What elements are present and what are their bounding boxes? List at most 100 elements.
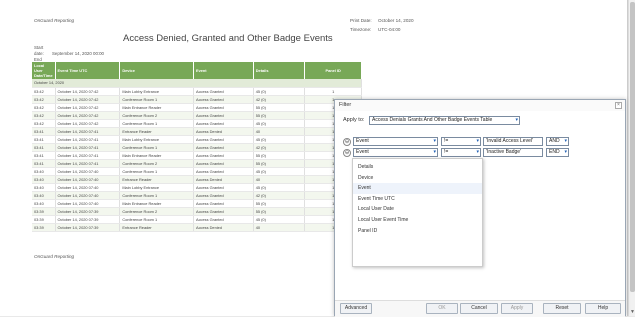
report-footer-name: OnGuard Reporting [34, 254, 75, 259]
table-cell: 55 (0) [253, 103, 306, 112]
dropdown-option[interactable]: Event [353, 183, 482, 194]
table-cell: Conference Room 2 [119, 207, 194, 216]
table-cell: 55 (0) [253, 111, 306, 120]
chevron-down-icon: ▾ [433, 138, 436, 144]
dropdown-option[interactable]: Local User Event Time [353, 215, 482, 226]
table-row: 03:41 October 14, 2020 07:41 Entrance Read… [32, 127, 362, 136]
table-cell: 42 (0) [253, 95, 306, 104]
chevron-down-icon: ▾ [433, 149, 436, 155]
table-cell: Entrance Reader [119, 223, 194, 232]
condition-value-text: 'Invalid Access Level' [486, 138, 533, 144]
report-table: Local User Date/Time Event Time UTC Device… [32, 62, 362, 232]
dropdown-option[interactable]: Local User Date [353, 204, 482, 215]
table-cell: 03:39 [32, 215, 56, 224]
table-cell: 45 (0) [253, 215, 306, 224]
table-cell: Conference Room 1 [119, 95, 194, 104]
cancel-button[interactable]: Cancel [460, 303, 498, 314]
table-cell: October 14, 2020 07:42 [55, 119, 121, 128]
table-cell: October 14, 2020 07:40 [55, 167, 121, 176]
table-cell: October 14, 2020 07:41 [55, 143, 121, 152]
print-date-label: Print Date: [350, 18, 372, 23]
table-row: 03:40 October 14, 2020 07:40 Entrance Read… [32, 175, 362, 184]
condition-value-input[interactable]: 'Invalid Access Level' [483, 137, 543, 146]
condition-logic-select[interactable]: END ▾ [546, 148, 569, 157]
print-date: October 14, 2020 [378, 18, 414, 23]
table-cell: 03:42 [32, 95, 56, 104]
table-cell: Conference Room 2 [119, 111, 194, 120]
condition-operator-select[interactable]: != ▾ [441, 148, 481, 157]
dropdown-option[interactable]: Details [353, 162, 482, 173]
condition-value-input[interactable]: 'Inactive Badge' [483, 148, 543, 157]
apply-to-value: Access Denials Grants And Other Badge Ev… [372, 117, 493, 123]
table-row: 03:41 October 14, 2020 07:41 Conference Ro… [32, 159, 362, 168]
advanced-button[interactable]: Advanced [340, 303, 372, 314]
table-cell: October 14, 2020 07:42 [55, 103, 121, 112]
table-cell: Main Entrance Reader [119, 151, 194, 160]
condition-value-text: 'Inactive Badge' [486, 149, 521, 155]
table-cell: 55 (0) [253, 207, 306, 216]
condition-operator-select[interactable]: != ▾ [441, 137, 481, 146]
table-cell: 03:40 [32, 167, 56, 176]
help-button[interactable]: Help [585, 303, 621, 314]
column-header: Event Time UTC [55, 62, 121, 79]
table-cell: October 14, 2020 07:40 [55, 199, 121, 208]
print-info: Print Date: October 14, 2020 Timezone: UTC… [350, 16, 414, 34]
table-cell: October 14, 2020 07:41 [55, 127, 121, 136]
column-header: Device [119, 62, 194, 79]
table-cell: 55 (0) [253, 199, 306, 208]
table-cell: 45 (0) [253, 119, 306, 128]
condition-field-select[interactable]: Event ▾ [353, 137, 438, 146]
apply-button[interactable]: Apply [501, 303, 533, 314]
chevron-down-icon: ▾ [476, 138, 479, 144]
dropdown-option[interactable]: Panel ID [353, 226, 482, 237]
table-cell: 03:42 [32, 119, 56, 128]
table-row: 03:40 October 14, 2020 07:40 Conference Ro… [32, 167, 362, 176]
table-cell: Access Granted [193, 119, 254, 128]
table-row: 03:41 October 14, 2020 07:41 Main Entrance… [32, 151, 362, 160]
condition-logic-select[interactable]: AND ▾ [546, 137, 569, 146]
table-cell: Access Granted [193, 87, 254, 96]
condition-operator-value: != [444, 138, 449, 144]
table-row: 03:40 October 14, 2020 07:40 Main Lobby En… [32, 183, 362, 192]
chevron-down-icon: ▾ [515, 117, 518, 123]
table-row: 03:42 October 14, 2020 07:42 Conference Ro… [32, 111, 362, 120]
reset-button[interactable]: Reset [543, 303, 581, 314]
table-cell: 03:42 [32, 111, 56, 120]
condition-field-select[interactable]: Event ▾ [353, 148, 438, 157]
table-cell: October 14, 2020 07:39 [55, 207, 121, 216]
remove-condition-icon[interactable]: ⊖ [343, 138, 351, 146]
table-cell: 03:39 [32, 223, 56, 232]
ok-button[interactable]: OK [426, 303, 458, 314]
dropdown-option[interactable]: Device [353, 173, 482, 184]
table-cell: Access Granted [193, 183, 254, 192]
page-scrollbar[interactable]: ▼ [628, 0, 635, 316]
close-icon[interactable]: × [615, 102, 622, 109]
report-title: Access Denied, Granted and Other Badge E… [123, 33, 333, 44]
start-date-label: Start date: [34, 45, 44, 56]
table-cell: 03:40 [32, 191, 56, 200]
table-cell: October 14, 2020 07:41 [55, 135, 121, 144]
table-cell: 42 (0) [253, 191, 306, 200]
condition-logic-value: AND [549, 138, 560, 144]
table-cell: Access Granted [193, 111, 254, 120]
start-date: September 14, 2020 00:00 [52, 51, 104, 56]
scroll-down-icon[interactable]: ▼ [629, 309, 635, 315]
table-cell: 40 [253, 223, 306, 232]
dropdown-option[interactable]: Event Time UTC [353, 194, 482, 205]
table-cell: Access Granted [193, 103, 254, 112]
chevron-down-icon: ▾ [476, 149, 479, 155]
apply-to-select[interactable]: Access Denials Grants And Other Badge Ev… [369, 116, 520, 125]
table-cell: 1 [304, 87, 362, 96]
remove-condition-icon[interactable]: ⊖ [343, 149, 351, 157]
chevron-down-icon: ▾ [564, 138, 567, 144]
table-cell: 03:39 [32, 207, 56, 216]
table-row: 03:42 October 14, 2020 07:42 Main Entrance… [32, 103, 362, 112]
filter-dialog-title: Filter [335, 100, 625, 111]
table-row: 03:39 October 14, 2020 07:39 Entrance Read… [32, 223, 362, 232]
table-cell: 45 (0) [253, 135, 306, 144]
table-cell: Conference Room 1 [119, 119, 194, 128]
report-header-name: OnGuard Reporting [34, 18, 75, 23]
condition-logic-value: END [549, 149, 560, 155]
table-cell: 45 (0) [253, 183, 306, 192]
scrollbar-thumb[interactable] [630, 2, 635, 292]
